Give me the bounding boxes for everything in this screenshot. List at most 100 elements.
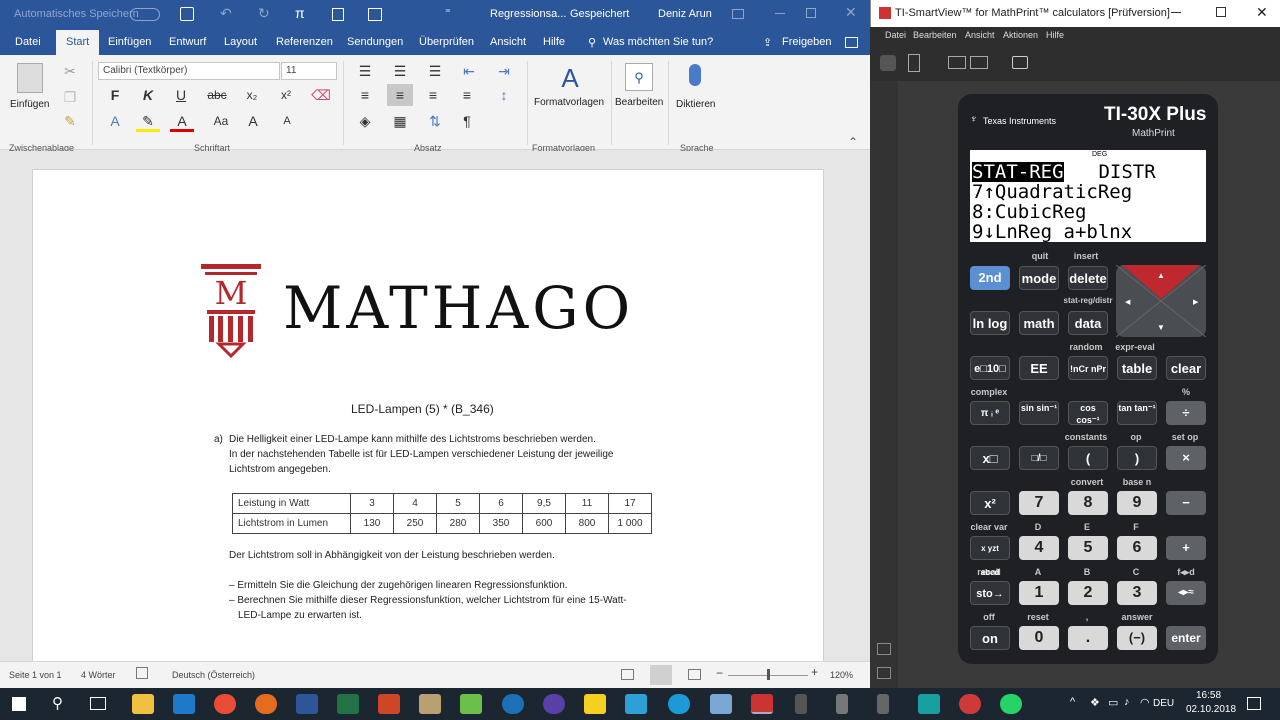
tray-expand-icon[interactable]: ^	[1070, 696, 1075, 708]
close-icon[interactable]: ✕	[1256, 4, 1268, 21]
key-negative[interactable]: (−)	[1117, 626, 1157, 650]
clear-format-icon[interactable]: ⌫	[309, 84, 333, 106]
tell-me-icon[interactable]: ⚲	[588, 36, 596, 49]
key-decimal[interactable]: .	[1068, 626, 1108, 650]
plugin-icon[interactable]	[880, 55, 896, 71]
equation-icon[interactable]: π	[295, 5, 305, 21]
word-count[interactable]: 4 Wörter	[81, 670, 116, 680]
styles-button[interactable]: Formatvorlagen	[534, 97, 604, 108]
cut-icon[interactable]: ✂	[58, 60, 82, 82]
find-icon[interactable]: ⚲	[625, 63, 653, 91]
bold-icon[interactable]: F	[103, 84, 127, 106]
key-delete[interactable]: delete	[1068, 266, 1108, 290]
highlight-icon[interactable]: ✎	[136, 110, 160, 132]
share-icon[interactable]: ⇪	[763, 36, 772, 49]
tab-ansicht[interactable]: Ansicht	[490, 36, 526, 48]
tab-hilfe[interactable]: Hilfe	[543, 36, 565, 48]
align-center-icon[interactable]: ≡	[387, 84, 413, 106]
zoom-in-icon[interactable]: +	[811, 665, 818, 679]
editing-button[interactable]: Bearbeiten	[615, 97, 663, 108]
screen-capture-icon[interactable]	[948, 56, 966, 69]
user-name[interactable]: Deniz Arun	[658, 8, 712, 20]
key-square[interactable]: x²	[970, 491, 1010, 515]
change-case-icon[interactable]: Aa	[209, 110, 233, 132]
key-fraction[interactable]: □/□	[1019, 446, 1059, 470]
key-ln-log[interactable]: ln log	[970, 311, 1010, 335]
wifi-icon[interactable]: ◠	[1140, 696, 1150, 709]
key-clear[interactable]: clear	[1166, 356, 1206, 380]
key-factorial[interactable]: !nCr nPr	[1068, 356, 1108, 380]
web-layout-icon[interactable]	[688, 669, 701, 680]
camera-icon[interactable]	[1012, 56, 1028, 69]
key-5[interactable]: 5	[1068, 536, 1108, 560]
font-size-combo[interactable]: 11	[281, 62, 337, 80]
minimize-icon[interactable]	[775, 13, 785, 14]
key-2[interactable]: 2	[1068, 581, 1108, 605]
panel-icon[interactable]	[877, 643, 891, 655]
tab-ueberpruefen[interactable]: Überprüfen	[419, 36, 474, 48]
excel-icon[interactable]	[337, 694, 359, 714]
key-0[interactable]: 0	[1019, 626, 1059, 650]
key-1[interactable]: 1	[1019, 581, 1059, 605]
key-add[interactable]: +	[1166, 536, 1206, 560]
comments-icon[interactable]	[845, 37, 858, 48]
key-variable[interactable]: x yzt abcd	[970, 536, 1010, 577]
app-icon-1[interactable]	[173, 694, 195, 714]
key-math[interactable]: math	[1019, 311, 1059, 335]
underline-icon[interactable]: U	[169, 84, 193, 106]
tab-einfuegen[interactable]: Einfügen	[108, 36, 151, 48]
ribbon-display-icon[interactable]	[732, 9, 744, 19]
app-icon-2[interactable]	[419, 694, 441, 714]
key-cos[interactable]: cos cos⁻¹	[1068, 401, 1108, 425]
document-page[interactable]: M MATHAGO LED-Lampen (5) * (B_346) a) Di…	[32, 169, 824, 661]
align-right-icon[interactable]: ≡	[421, 84, 445, 106]
font-name-combo[interactable]: Calibri (Textkörper)	[98, 62, 280, 80]
key-e-power[interactable]: e□10□	[970, 356, 1010, 380]
start-icon[interactable]	[12, 697, 26, 711]
ti-smartview-taskbar-icon[interactable]	[751, 694, 773, 714]
key-9[interactable]: 9	[1117, 491, 1157, 515]
key-power[interactable]: x□	[970, 446, 1010, 470]
firefox-icon[interactable]	[255, 694, 277, 714]
zoom-out-icon[interactable]: −	[716, 666, 723, 680]
styles-icon[interactable]: A	[553, 61, 587, 95]
read-mode-icon[interactable]	[621, 669, 634, 680]
italic-icon[interactable]: K	[136, 84, 160, 106]
shading-icon[interactable]: ◈	[353, 110, 377, 132]
chrome-icon[interactable]	[214, 694, 236, 714]
dpad[interactable]: ▲ ◀ ▶ ▼	[1116, 265, 1206, 337]
sort-icon[interactable]: ⇅	[423, 110, 447, 132]
minimize-icon[interactable]	[1171, 12, 1181, 13]
strikethrough-icon[interactable]: abc	[205, 84, 229, 106]
input-language[interactable]: DEU	[1153, 698, 1174, 709]
search-icon[interactable]: ⚲	[52, 694, 63, 712]
key-table[interactable]: table	[1117, 356, 1157, 380]
tab-layout[interactable]: Layout	[224, 36, 257, 48]
bullets-icon[interactable]: ☰	[353, 60, 377, 82]
app-icon-9[interactable]	[918, 694, 940, 714]
dropbox-icon[interactable]: ❖	[1090, 696, 1100, 709]
key-6[interactable]: 6	[1117, 536, 1157, 560]
language-status[interactable]: Deutsch (Österreich)	[172, 670, 255, 680]
key-on[interactable]: on	[970, 626, 1010, 650]
file-explorer-icon[interactable]	[132, 694, 154, 714]
calc-icon-2[interactable]	[836, 694, 848, 714]
shrink-font-icon[interactable]: A	[275, 110, 299, 132]
close-icon[interactable]: ✕	[845, 4, 857, 21]
app-icon-8[interactable]	[710, 694, 732, 714]
key-sin[interactable]: sin sin⁻¹	[1019, 401, 1059, 425]
key-close-paren[interactable]: )	[1117, 446, 1157, 470]
key-approx[interactable]: ◂▸≈	[1166, 581, 1206, 605]
share-button[interactable]: Freigeben	[782, 36, 832, 48]
microphone-icon[interactable]	[689, 64, 701, 86]
key-enter[interactable]: enter	[1166, 626, 1206, 650]
key-ee[interactable]: EE	[1019, 356, 1059, 380]
increase-indent-icon[interactable]: ⇥	[492, 60, 516, 82]
qat-more-icon[interactable]: ⁼	[445, 6, 451, 19]
task-view-icon[interactable]	[90, 697, 106, 710]
key-open-paren[interactable]: (	[1068, 446, 1108, 470]
table-icon[interactable]	[368, 8, 382, 21]
app-icon-5[interactable]	[584, 694, 606, 714]
align-left-icon[interactable]: ≡	[353, 84, 377, 106]
app-icon-7[interactable]	[668, 694, 690, 714]
